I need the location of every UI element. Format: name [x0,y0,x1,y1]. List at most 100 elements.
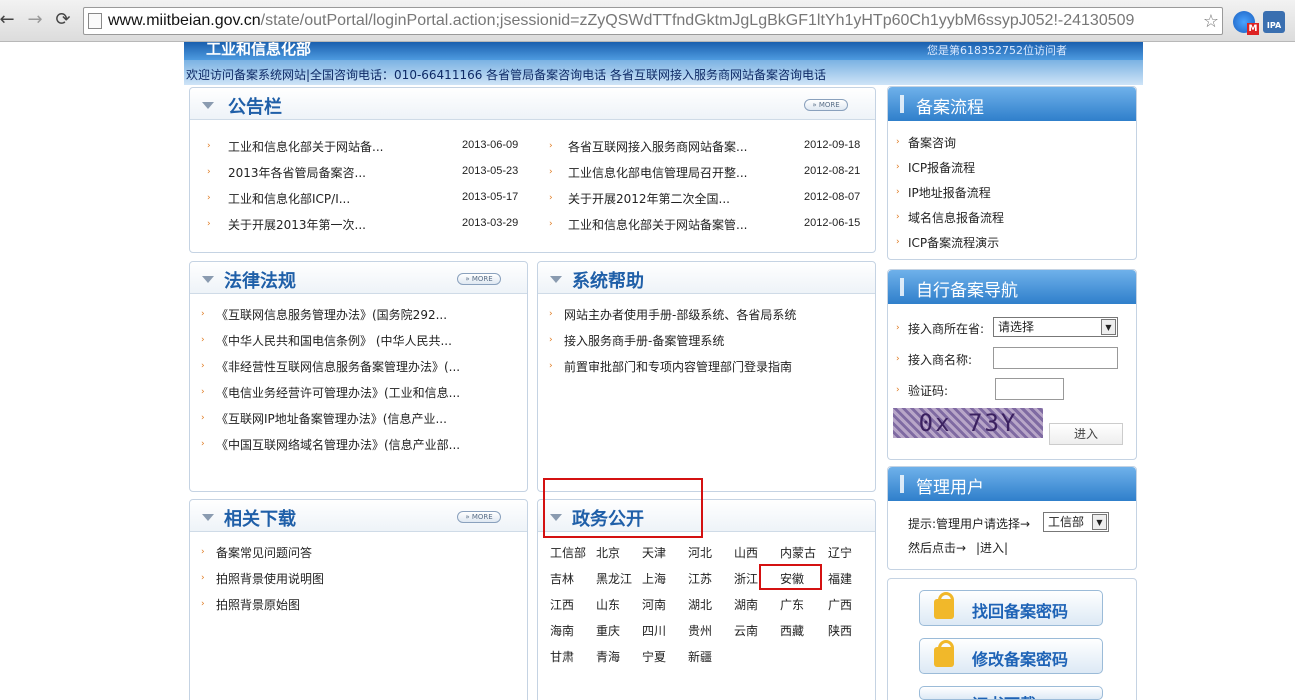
province-link[interactable]: 新疆 [688,648,712,665]
law-title: 法律法规 [224,271,296,292]
province-link[interactable]: 上海 [642,570,666,587]
province-link[interactable]: 河北 [688,544,712,561]
province-link[interactable]: 广东 [780,596,804,613]
province-link[interactable]: 湖北 [688,596,712,613]
province-link[interactable]: 宁夏 [642,648,666,665]
url-text: www.miitbeian.gov.cn/state/outPortal/log… [108,12,1135,29]
province-link[interactable]: 西藏 [780,622,804,639]
province-link[interactable]: 山西 [734,544,758,561]
province-link[interactable]: 广西 [828,596,852,613]
lock-icon [934,640,954,667]
province-link[interactable]: 山东 [596,596,620,613]
announcement-marquee: 欢迎访问备案系统网站|全国咨询电话：010-66411166 各省管局备案咨询电… [186,68,826,82]
province-link[interactable]: 江苏 [688,570,712,587]
download-title: 相关下载 [224,509,296,530]
process-link[interactable]: ICP报备流程 [908,159,975,176]
bullet-icon: › [207,141,211,151]
bullet-icon: › [201,309,205,319]
modify-password-button[interactable]: 修改备案密码 [919,638,1103,674]
bullet-icon: › [896,323,900,333]
process-link[interactable]: IP地址报备流程 [908,184,991,201]
province-link[interactable]: 甘肃 [550,648,574,665]
law-link[interactable]: 《互联网信息服务管理办法》(国务院292... [216,306,447,323]
notice-link[interactable]: 关于开展2013年第一次... [228,216,366,233]
triangle-icon [550,276,562,283]
help-link[interactable]: 接入服务商手册-备案管理系统 [564,332,724,349]
bookmark-star-icon[interactable]: ☆ [1203,11,1219,32]
recover-password-button[interactable]: 找回备案密码 [919,590,1103,626]
province-link[interactable]: 云南 [734,622,758,639]
province-link[interactable]: 吉林 [550,570,574,587]
chevron-down-icon: ▼ [1101,319,1116,335]
browser-toolbar: ← → ⟳ www.miitbeian.gov.cn/state/outPort… [0,0,1295,42]
forward-icon[interactable]: → [24,9,46,31]
province-link[interactable]: 陕西 [828,622,852,639]
province-link[interactable]: 工信部 [550,544,586,561]
notice-link[interactable]: 各省互联网接入服务商网站备案... [568,138,747,155]
province-select[interactable]: 请选择 ▼ [993,317,1118,337]
help-link[interactable]: 前置审批部门和专项内容管理部门登录指南 [564,358,792,375]
law-link[interactable]: 《互联网IP地址备案管理办法》(信息产业... [216,410,447,427]
law-more-button[interactable]: » MORE [457,273,501,285]
law-link[interactable]: 《非经营性互联网信息服务备案管理办法》(... [216,358,460,375]
province-link[interactable]: 贵州 [688,622,712,639]
provider-name-input[interactable] [993,347,1118,369]
extension-ipa-icon[interactable]: IPA [1263,11,1285,33]
notice-link[interactable]: 工业信息化部电信管理局召开整... [568,164,747,181]
bullet-icon: › [549,335,553,345]
province-link[interactable]: 河南 [642,596,666,613]
admin-title: 管理用户 [916,478,984,498]
notice-date: 2013-03-29 [462,217,519,229]
province-link[interactable]: 内蒙古 [780,544,816,561]
captcha-input[interactable] [995,378,1064,400]
province-link[interactable]: 浙江 [734,570,758,587]
province-link[interactable]: 黑龙江 [596,570,632,587]
address-bar[interactable]: www.miitbeian.gov.cn/state/outPortal/log… [83,7,1223,35]
bullet-icon: › [549,193,553,203]
enter-button[interactable]: 进入 [1049,423,1123,445]
province-link[interactable]: 福建 [828,570,852,587]
notice-link[interactable]: 工业和信息化部ICP/I... [228,190,350,207]
province-link[interactable]: 海南 [550,622,574,639]
province-link[interactable]: 湖南 [734,596,758,613]
province-link[interactable]: 青海 [596,648,620,665]
cert-download-button[interactable]: 证书下载 [919,686,1103,700]
notice-more-button[interactable]: » MORE [804,99,848,111]
notice-date: 2013-06-09 [462,139,519,151]
bullet-icon: › [207,219,211,229]
province-link[interactable]: 天津 [642,544,666,561]
extension-gear-icon[interactable]: M [1233,11,1259,35]
province-link[interactable]: 北京 [596,544,620,561]
process-link[interactable]: ICP备案流程演示 [908,234,999,251]
province-link[interactable]: 辽宁 [828,544,852,561]
visit-counter: 您是第618352752位访问者 [927,44,1067,57]
notice-date: 2013-05-17 [462,191,519,203]
download-link[interactable]: 拍照背景使用说明图 [216,570,324,587]
download-more-button[interactable]: » MORE [457,511,501,523]
notice-link[interactable]: 工业和信息化部关于网站备... [228,138,383,155]
bullet-icon: › [549,141,553,151]
bullet-icon: › [896,354,900,364]
download-link[interactable]: 备案常见问题问答 [216,544,312,561]
lock-icon [934,592,954,619]
notice-link[interactable]: 关于开展2012年第二次全国... [568,190,730,207]
process-link[interactable]: 域名信息报备流程 [908,209,1004,226]
law-link[interactable]: 《电信业务经营许可管理办法》(工业和信息... [216,384,460,401]
notice-link[interactable]: 2013年各省管局备案咨... [228,164,366,181]
process-link[interactable]: 备案咨询 [908,134,956,151]
download-link[interactable]: 拍照背景原始图 [216,596,300,613]
admin-select[interactable]: 工信部 ▼ [1043,512,1109,532]
law-link[interactable]: 《中华人民共和国电信条例》 (中华人民共... [216,332,452,349]
back-icon[interactable]: ← [0,9,18,31]
reload-icon[interactable]: ⟳ [52,9,74,31]
province-link[interactable]: 四川 [642,622,666,639]
law-link[interactable]: 《中国互联网络域名管理办法》(信息产业部... [216,436,460,453]
notice-link[interactable]: 工业和信息化部关于网站备案管... [568,216,747,233]
captcha-image[interactable]: 0x 73Y [893,408,1043,438]
bullet-icon: › [201,547,205,557]
province-link[interactable]: 重庆 [596,622,620,639]
province-link[interactable]: 江西 [550,596,574,613]
bullet-icon: › [201,599,205,609]
admin-enter-link[interactable]: |进入| [976,539,1008,556]
help-link[interactable]: 网站主办者使用手册-部级系统、各省局系统 [564,306,796,323]
